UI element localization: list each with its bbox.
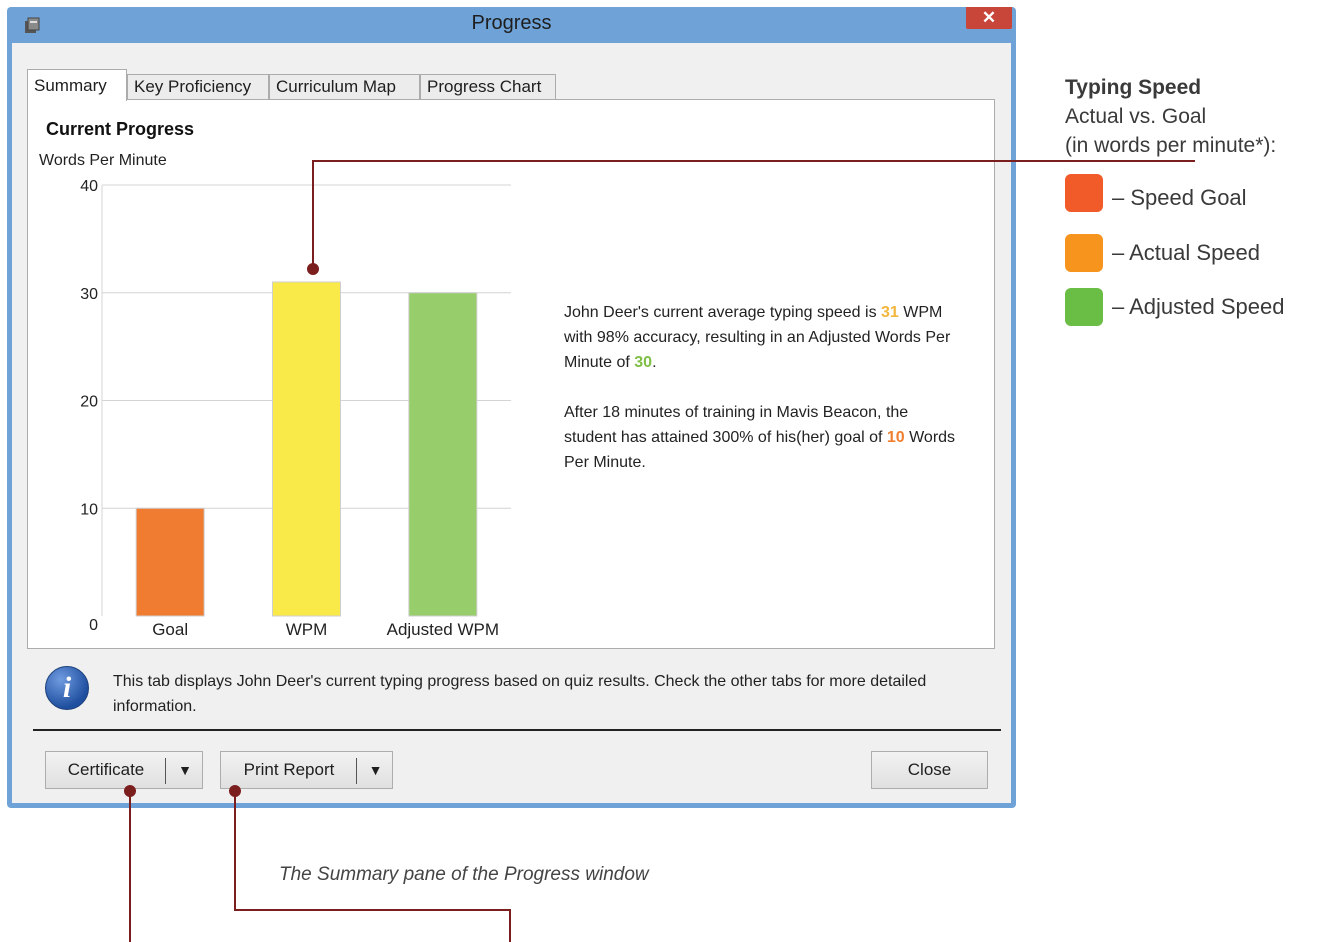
callout-lines [124,160,1195,942]
callout-line-chart [312,160,1195,269]
callout-dot-print-report [229,785,241,797]
callout-dot-certificate [124,785,136,797]
callout-dot-chart [307,263,319,275]
tab-summary[interactable]: Summary [27,69,127,101]
callout-line-print-report [234,791,511,942]
